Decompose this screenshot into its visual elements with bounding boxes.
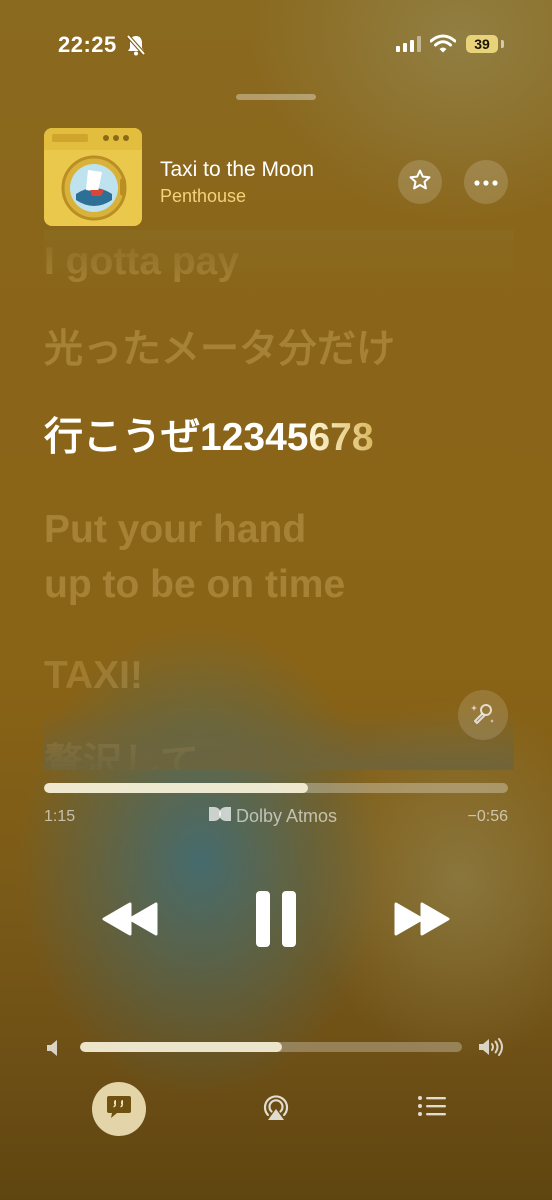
lyrics-view[interactable]: I gotta pay 光ったメータ分だけ 行こうぜ12345678 Put y… [44, 230, 514, 770]
microphone-sparkle-icon [469, 699, 497, 732]
airplay-button[interactable] [254, 1086, 298, 1130]
fast-forward-icon [393, 901, 451, 942]
status-time: 22:25 [58, 32, 117, 57]
bell-slash-icon [126, 34, 146, 61]
speaker-high-icon [478, 1037, 506, 1062]
artist-name[interactable]: Penthouse [160, 186, 246, 207]
lyric-line[interactable]: TAXI! [44, 648, 143, 704]
lyric-sung-part: 行こうぜ12345 [44, 416, 309, 459]
elapsed-time: 1:15 [44, 808, 76, 825]
playback-scrubber[interactable] [44, 783, 508, 793]
pause-icon [254, 890, 298, 953]
battery-nub [501, 40, 504, 48]
sing-button[interactable] [458, 690, 508, 740]
speaker-low-icon [46, 1039, 62, 1062]
album-artwork[interactable] [44, 128, 142, 226]
more-options-button[interactable] [464, 160, 508, 204]
playback-progress-fill [44, 783, 309, 793]
lyric-line[interactable]: Put your hand [44, 502, 306, 558]
status-bar: 22:25 39 [0, 0, 552, 92]
dolby-label: Dolby Atmos [236, 806, 338, 826]
lyrics-bubble-icon [104, 1092, 134, 1127]
signal-icon [396, 36, 422, 57]
dolby-icon [208, 806, 232, 827]
lyrics-button[interactable] [92, 1082, 146, 1136]
lyric-line[interactable]: up to be on time [44, 557, 345, 613]
rewind-button[interactable] [100, 898, 160, 944]
dolby-atmos-badge: Dolby Atmos [208, 806, 337, 827]
lyric-line-current[interactable]: 行こうぜ12345678 [44, 410, 374, 466]
queue-list-icon [417, 1094, 447, 1123]
lyric-line[interactable]: I gotta pay [44, 234, 239, 290]
wifi-icon [429, 34, 457, 59]
ellipsis-icon [474, 173, 498, 191]
fast-forward-button[interactable] [392, 898, 452, 944]
song-title[interactable]: Taxi to the Moon [160, 158, 314, 182]
volume-slider[interactable] [80, 1042, 462, 1052]
lyric-line[interactable]: 贅沢して [44, 736, 199, 770]
rewind-icon [101, 901, 159, 942]
favorite-button[interactable] [398, 160, 442, 204]
queue-button[interactable] [410, 1086, 454, 1130]
airplay-icon [259, 1089, 293, 1128]
pause-button[interactable] [250, 890, 302, 952]
remaining-time: −0:56 [467, 808, 508, 825]
lyric-line[interactable]: 光ったメータ分だけ [44, 322, 395, 378]
lyric-unsung-part: 678 [308, 416, 374, 459]
sheet-grabber[interactable] [236, 94, 316, 100]
volume-level-fill [80, 1042, 283, 1052]
star-outline-icon [408, 168, 432, 197]
battery-icon: 39 [466, 35, 498, 53]
